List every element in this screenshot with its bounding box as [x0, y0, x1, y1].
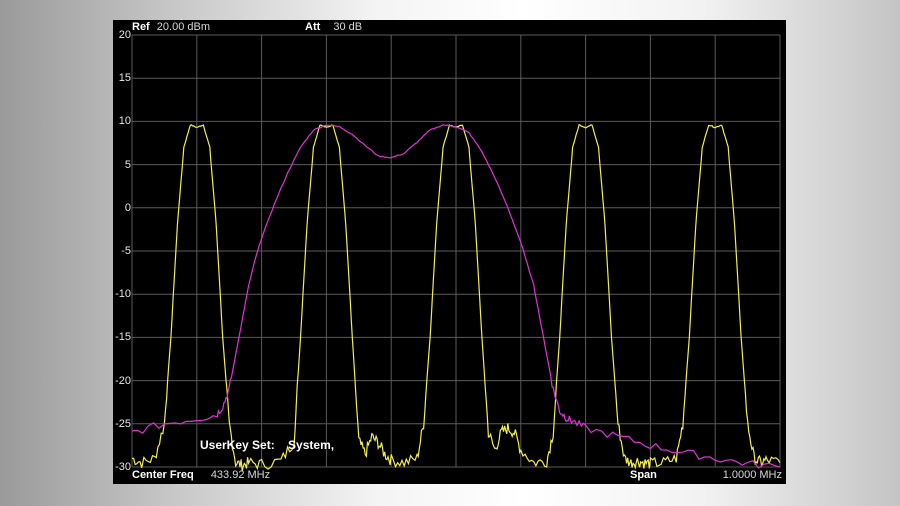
span-label-box: Span: [630, 469, 657, 482]
y-tick-label: -30: [115, 461, 131, 473]
y-tick-label: -5: [121, 245, 131, 257]
plot-grid: [131, 34, 781, 468]
center-freq-readout: Center Freq 433.92 MHz: [132, 469, 270, 482]
ref-label: Ref: [132, 21, 150, 33]
y-tick-label: 15: [118, 72, 131, 85]
center-freq-value: 433.92 MHz: [210, 469, 271, 481]
analyzer-screen: Ref 20.00 dBm Att 30 dB 20 15 10 5 0 -5 -10 -15…: [113, 20, 786, 484]
y-tick-label: 10: [118, 115, 131, 128]
attenuation-readout: Att 30 dB: [305, 21, 362, 34]
y-tick-label: 5: [124, 158, 131, 171]
userkey-label: UserKey Set:: [200, 438, 275, 452]
ref-value: 20.00 dBm: [156, 21, 210, 33]
userkey-value: System,: [288, 438, 335, 452]
span-value: 1.0000 MHz: [722, 469, 782, 481]
span-value-box: 1.0000 MHz: [723, 469, 782, 482]
att-value: 30 dB: [333, 21, 363, 33]
span-label: Span: [630, 469, 657, 481]
ref-level-readout: Ref 20.00 dBm: [132, 21, 210, 34]
y-tick-label: -25: [115, 417, 131, 430]
att-label: Att: [305, 21, 321, 33]
center-freq-label: Center Freq: [132, 469, 194, 481]
y-tick-label: -15: [115, 331, 131, 344]
y-tick-label: -10: [115, 288, 131, 301]
spectrum-plot[interactable]: [113, 20, 786, 484]
y-tick-label: -20: [115, 374, 131, 387]
userkey-status: UserKey Set: System,: [200, 438, 334, 452]
y-tick-label: 0: [124, 201, 131, 214]
y-tick-label: 20: [118, 29, 131, 41]
